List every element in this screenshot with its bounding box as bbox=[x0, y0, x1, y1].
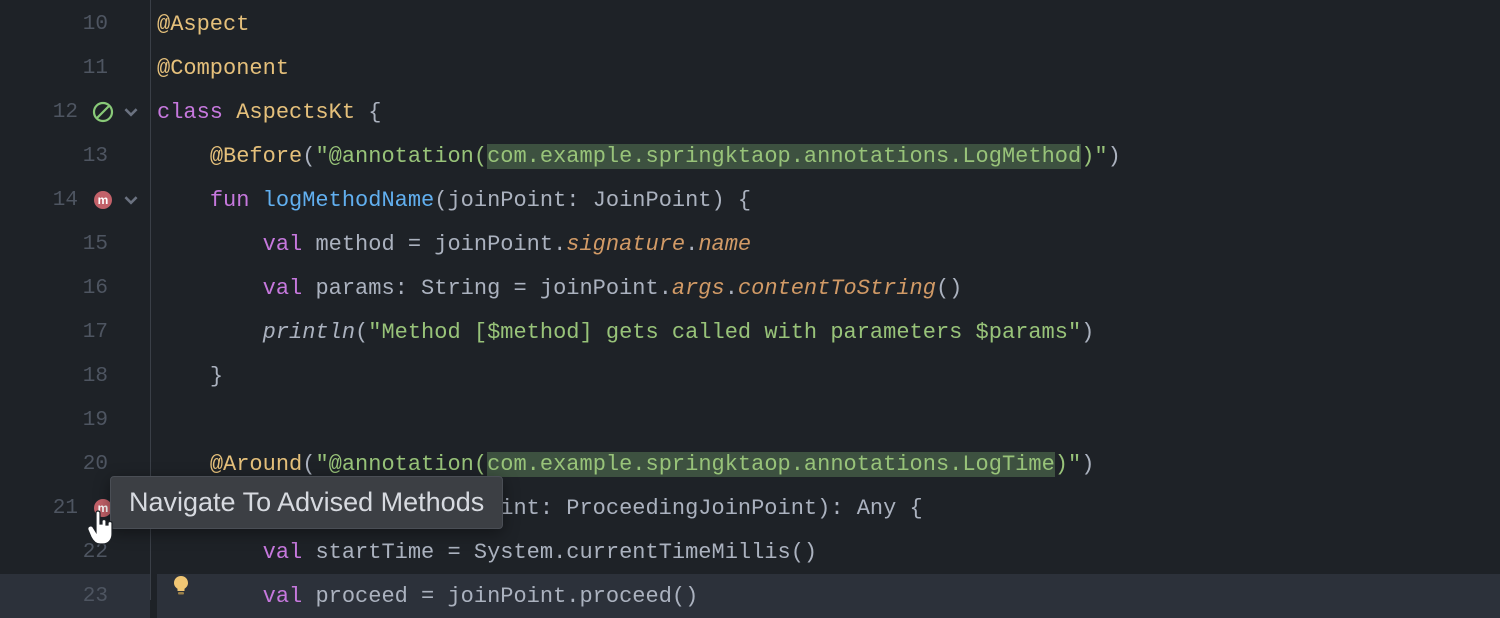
fold-toggle-icon[interactable] bbox=[120, 189, 142, 211]
line-number: 12 bbox=[40, 101, 78, 124]
signature: (joinPoint: JoinPoint) { bbox=[434, 188, 751, 213]
gutter-row: 14 m bbox=[0, 178, 150, 222]
property: signature bbox=[566, 232, 685, 257]
string: @annotation( bbox=[329, 144, 487, 169]
gutter-row: 18 bbox=[0, 354, 150, 398]
line-number: 20 bbox=[70, 453, 108, 476]
line-number: 13 bbox=[70, 145, 108, 168]
function-name: logMethodName bbox=[263, 188, 435, 213]
line-number: 19 bbox=[70, 409, 108, 432]
annotation: @Aspect bbox=[157, 12, 249, 37]
string: @annotation( bbox=[329, 452, 487, 477]
brace: { bbox=[368, 100, 381, 125]
brace: } bbox=[210, 364, 223, 389]
line-number: 21 bbox=[40, 497, 78, 520]
property: args bbox=[672, 276, 725, 301]
annotation: @Around bbox=[210, 452, 302, 477]
fold-toggle-icon[interactable] bbox=[120, 101, 142, 123]
property: contentToString bbox=[738, 276, 936, 301]
keyword: val bbox=[263, 232, 316, 257]
line-number: 23 bbox=[70, 585, 108, 608]
gutter-row: 15 bbox=[0, 222, 150, 266]
hand-cursor-icon bbox=[86, 510, 116, 556]
intention-bulb-icon[interactable] bbox=[170, 574, 192, 603]
code-line: val params: String = joinPoint.args.cont… bbox=[157, 266, 1500, 310]
annotation: @Component bbox=[157, 56, 289, 81]
code-line: class AspectsKt { bbox=[157, 90, 1500, 134]
gutter-row: 16 bbox=[0, 266, 150, 310]
gutter-row: 13 bbox=[0, 134, 150, 178]
class-name: AspectsKt bbox=[236, 100, 368, 125]
gutter-row: 23 bbox=[0, 574, 150, 618]
code-line: println("Method [$method] gets called wi… bbox=[157, 310, 1500, 354]
function-call: println bbox=[263, 320, 355, 345]
code-line: } bbox=[157, 354, 1500, 398]
keyword: val bbox=[263, 584, 316, 609]
code-line: val startTime = System.currentTimeMillis… bbox=[157, 530, 1500, 574]
line-number: 16 bbox=[70, 277, 108, 300]
code-line: @Component bbox=[157, 46, 1500, 90]
code-line: val method = joinPoint.signature.name bbox=[157, 222, 1500, 266]
line-number: 11 bbox=[70, 57, 108, 80]
code-line: @Before("@annotation(com.example.springk… bbox=[157, 134, 1500, 178]
tooltip-text: Navigate To Advised Methods bbox=[129, 487, 484, 517]
code-line-current: val proceed = joinPoint.proceed() bbox=[157, 574, 1500, 618]
code-line: fun logMethodName(joinPoint: JoinPoint) … bbox=[157, 178, 1500, 222]
aop-advice-icon[interactable]: m bbox=[90, 187, 116, 213]
line-number: 10 bbox=[70, 13, 108, 36]
keyword: val bbox=[263, 276, 316, 301]
gutter-row: 19 bbox=[0, 398, 150, 442]
keyword: val bbox=[263, 540, 316, 565]
gutter-row: 12 bbox=[0, 90, 150, 134]
string-reference: com.example.springktaop.annotations.LogT… bbox=[487, 452, 1055, 477]
gutter-row: 10 bbox=[0, 2, 150, 46]
gutter-row: 17 bbox=[0, 310, 150, 354]
keyword: class bbox=[157, 100, 236, 125]
annotation: @Before bbox=[210, 144, 302, 169]
gutter-row: 11 bbox=[0, 46, 150, 90]
line-number: 14 bbox=[40, 189, 78, 212]
line-number: 18 bbox=[70, 365, 108, 388]
line-number: 15 bbox=[70, 233, 108, 256]
svg-text:m: m bbox=[98, 193, 109, 207]
property: name bbox=[698, 232, 751, 257]
code-line: @Aspect bbox=[157, 2, 1500, 46]
gutter-tooltip[interactable]: Navigate To Advised Methods bbox=[110, 476, 503, 529]
string-reference: com.example.springktaop.annotations.LogM… bbox=[487, 144, 1081, 169]
string: "Method [$method] gets called with param… bbox=[368, 320, 1081, 345]
class-icon[interactable] bbox=[90, 99, 116, 125]
line-number: 17 bbox=[70, 321, 108, 344]
gutter-row: 22 bbox=[0, 530, 150, 574]
keyword: fun bbox=[210, 188, 263, 213]
code-line bbox=[157, 398, 1500, 442]
